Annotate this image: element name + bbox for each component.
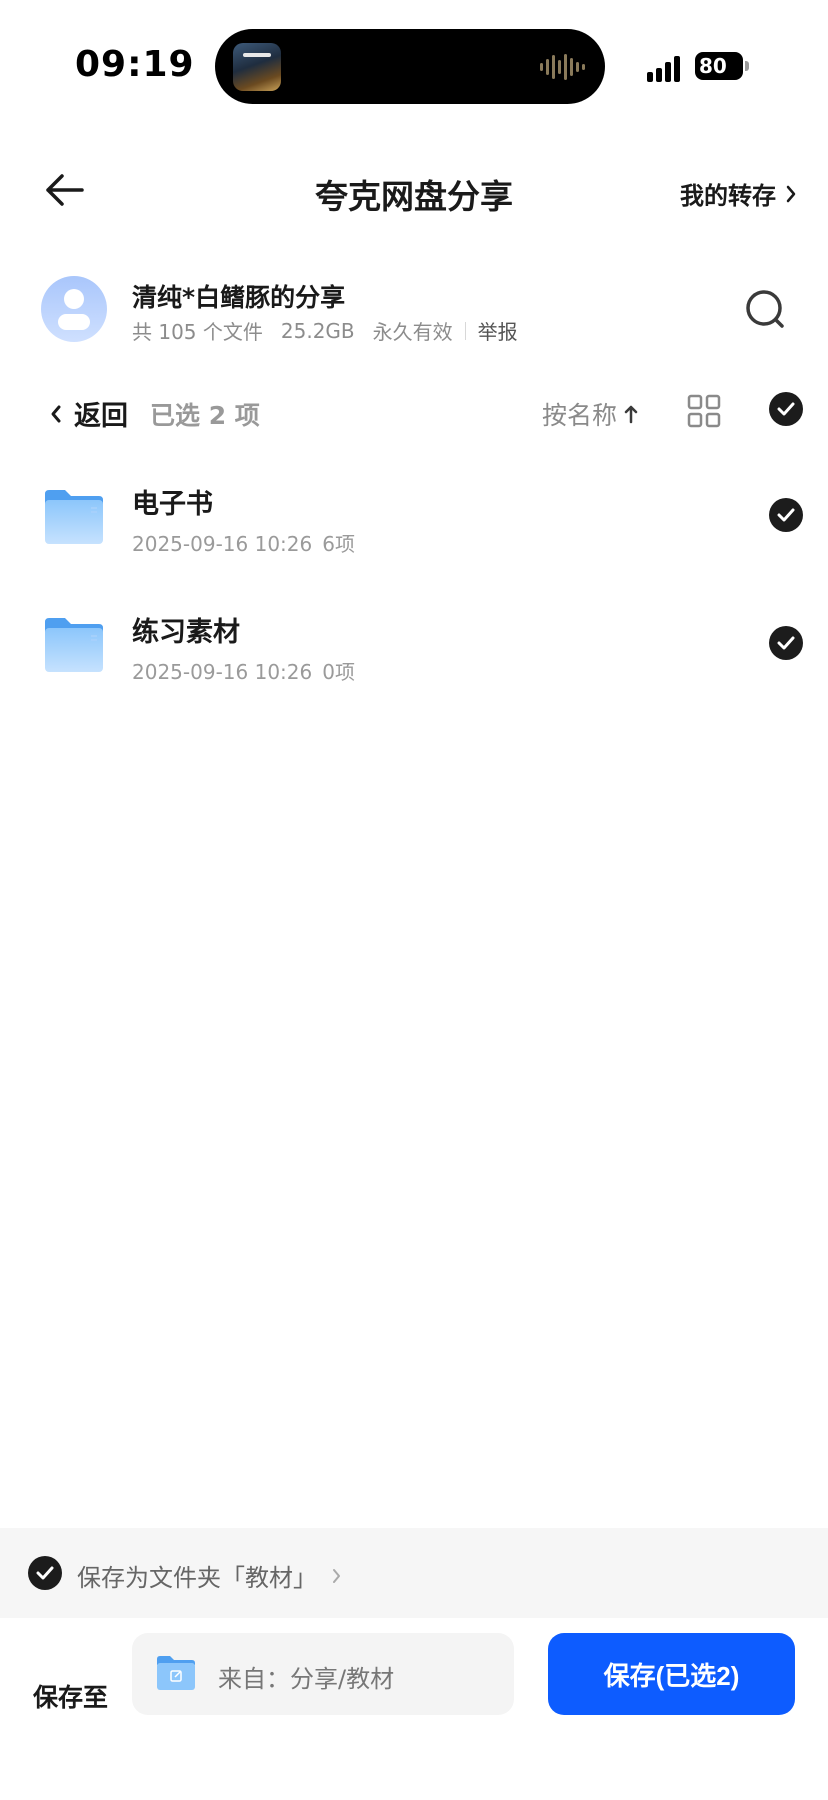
file-select-checkbox[interactable]: [769, 498, 803, 532]
file-date: 2025-09-16 10:26: [132, 532, 313, 556]
checkmark-icon: [777, 508, 795, 522]
file-name: 练习素材: [132, 617, 240, 648]
avatar: [41, 276, 107, 342]
chevron-right-icon: [333, 1568, 340, 1583]
back-label: 返回: [74, 401, 128, 432]
status-time: 09:19: [75, 44, 195, 85]
file-count: 共 105 个文件: [132, 320, 263, 344]
back-link[interactable]: 返回: [50, 394, 128, 433]
sharer-info: 清纯*白鳍豚的分享 共 105 个文件 25.2GB 永久有效 举报: [0, 270, 828, 350]
file-date: 2025-09-16 10:26: [132, 660, 313, 684]
destination-path: 来自：分享/教材: [218, 1665, 395, 1693]
selected-count: 已选 2 项: [150, 401, 260, 430]
search-button[interactable]: [742, 286, 788, 332]
file-meta: 2025-09-16 10:26 0项: [132, 656, 355, 685]
now-playing-artwork: [233, 43, 281, 91]
sort-label: 按名称: [542, 401, 618, 430]
file-row[interactable]: 练习素材 2025-09-16 10:26 0项: [0, 596, 828, 706]
file-name: 电子书: [132, 489, 213, 520]
file-row[interactable]: 电子书 2025-09-16 10:26 6项: [0, 468, 828, 578]
battery-level: 80: [699, 54, 727, 78]
arrow-up-icon: [624, 405, 638, 424]
my-saves-link[interactable]: 我的转存: [680, 176, 796, 211]
checkmark-icon: [777, 402, 795, 416]
divider: [464, 321, 466, 340]
chevron-right-icon: [786, 185, 796, 202]
folder-icon: [43, 616, 105, 674]
my-saves-label: 我的转存: [680, 182, 776, 210]
battery-charging-icon: 80: [695, 52, 749, 80]
save-as-folder-option[interactable]: 保存为文件夹「教材」: [0, 1528, 828, 1618]
file-select-checkbox[interactable]: [769, 626, 803, 660]
grid-view-button[interactable]: [687, 394, 721, 428]
report-link[interactable]: 举报: [478, 316, 518, 345]
sharer-meta: 共 105 个文件 25.2GB 永久有效 举报: [132, 316, 518, 345]
shared-folder-icon: [156, 1655, 196, 1691]
file-count: 6项: [322, 532, 355, 556]
select-all-checkbox[interactable]: [769, 392, 803, 426]
checkmark-icon: [36, 1566, 54, 1580]
grid-view-icon: [687, 394, 721, 428]
save-as-folder-label: 保存为文件夹「教材」: [77, 1558, 341, 1593]
file-meta: 2025-09-16 10:26 6项: [132, 528, 355, 557]
save-as-folder-checkbox[interactable]: [28, 1556, 62, 1590]
dynamic-island[interactable]: [215, 29, 605, 104]
checkmark-icon: [777, 636, 795, 650]
chevron-left-icon: [51, 405, 61, 422]
sort-button[interactable]: 按名称: [542, 396, 639, 432]
list-toolbar: 返回 已选 2 项 按名称: [0, 388, 828, 438]
destination-picker[interactable]: 来自：分享/教材: [132, 1633, 514, 1715]
file-count: 0项: [322, 660, 355, 684]
save-button[interactable]: 保存(已选2): [548, 1633, 795, 1715]
page-header: 夸克网盘分享 我的转存: [0, 150, 828, 230]
search-icon: [746, 290, 784, 328]
audio-waveform-icon: [540, 53, 585, 81]
folder-icon: [43, 488, 105, 546]
total-size: 25.2GB: [280, 318, 355, 343]
save-as-folder-text: 保存为文件夹「教材」: [77, 1564, 317, 1592]
cellular-signal-icon: [647, 54, 680, 82]
sharer-name: 清纯*白鳍豚的分享: [132, 283, 346, 312]
validity: 永久有效: [372, 320, 453, 344]
save-bar: 保存至 来自：分享/教材 保存(已选2): [0, 1618, 828, 1800]
save-to-label: 保存至: [33, 1683, 109, 1712]
status-bar: 09:19 80: [0, 0, 828, 120]
